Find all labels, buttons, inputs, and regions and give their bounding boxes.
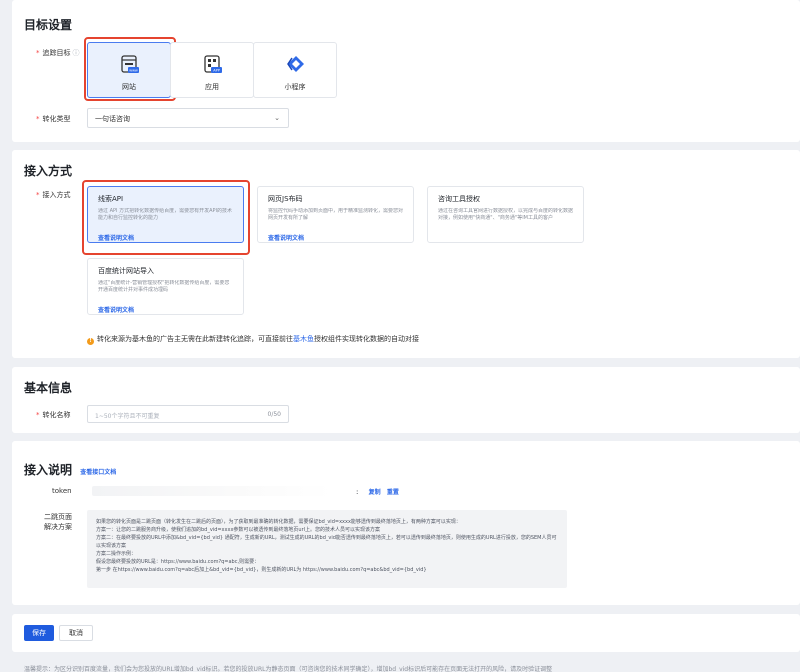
tile-mini-program-label: 小程序	[284, 83, 306, 91]
tile-app-label: 应用	[205, 83, 219, 91]
second-page-label: 二跳页面 解决方案	[44, 513, 72, 531]
view-api-doc-link[interactable]: 查看接口文档	[80, 469, 116, 476]
view-doc-link[interactable]: 查看说明文档	[98, 305, 233, 314]
access-method-title: 接入方式	[24, 164, 73, 178]
mini-program-icon	[287, 56, 304, 72]
copy-token-link[interactable]: 复制	[369, 489, 381, 496]
app-icon: APP	[204, 55, 222, 73]
chevron-down-icon: ⌄	[274, 114, 280, 122]
kimuyu-notice: ! 转化来源为基木鱼的广告主无需在此新建转化追踪，可直接前往基木鱼授权组件实现转化…	[87, 334, 419, 345]
char-count: 0/50	[267, 411, 281, 418]
svg-text:APP: APP	[213, 69, 220, 73]
lead-api-highlight-box	[82, 180, 250, 255]
reset-token-link[interactable]: 重置	[387, 489, 399, 496]
method-card-js-code[interactable]: 网页JS布码 将监控代码手动添加到页面中，用于精准监测转化，需要您对网页开发有所…	[257, 186, 414, 243]
footer-tip: 温馨提示：为区分识别百度流量，我们会为您投放的URL增加bd_vid标识。若您的…	[24, 666, 553, 672]
method-card-baidu-stats[interactable]: 百度统计网站导入 通过"百度统计-营销管理授权"把转化数据传给百度，需要您开通百…	[87, 258, 244, 315]
method-card-consult-tool[interactable]: 咨询工具授权 通过在咨询工具官网进行数据授权，以完成与百度的转化数据对接，例如使…	[427, 186, 584, 243]
kimuyu-link[interactable]: 基木鱼	[293, 335, 314, 343]
basic-info-title: 基本信息	[24, 381, 73, 395]
cancel-button[interactable]: 取消	[59, 625, 93, 641]
action-bar	[12, 614, 800, 652]
basic-info-card: 基本信息	[12, 367, 800, 433]
second-page-solution-text: 如果您的转化页面是二跳页面（转化发生在二跳后的页面），为了获取到最准确的转化数据…	[87, 510, 567, 588]
token-value	[92, 486, 332, 496]
access-method-label: * 接入方式	[36, 191, 71, 199]
website-highlight-box	[84, 37, 176, 101]
target-settings-title: 目标设置	[24, 18, 73, 32]
token-actions: : 复制 重置	[356, 488, 399, 496]
tile-mini-program[interactable]: 小程序	[253, 42, 337, 98]
token-label: token	[52, 487, 72, 495]
conversion-name-input[interactable]: 1~50个字符且不可重复 0/50	[87, 405, 289, 423]
save-button[interactable]: 保存	[24, 625, 54, 641]
instructions-title: 接入说明 查看接口文档	[24, 463, 117, 477]
help-icon[interactable]: ⓘ	[73, 49, 80, 57]
view-doc-link[interactable]: 查看说明文档	[268, 233, 403, 242]
conversion-type-value: 一句话咨询	[95, 115, 130, 123]
warning-icon: !	[87, 338, 94, 345]
conversion-name-placeholder: 1~50个字符且不可重复	[95, 413, 160, 420]
conversion-type-label: * 转化类型	[36, 115, 71, 123]
conversion-type-select[interactable]: 一句话咨询 ⌄	[87, 108, 289, 128]
tracking-target-label: * 追踪目标 ⓘ	[36, 49, 80, 57]
conversion-name-label: * 转化名称	[36, 411, 71, 419]
tile-app[interactable]: APP 应用	[170, 42, 254, 98]
